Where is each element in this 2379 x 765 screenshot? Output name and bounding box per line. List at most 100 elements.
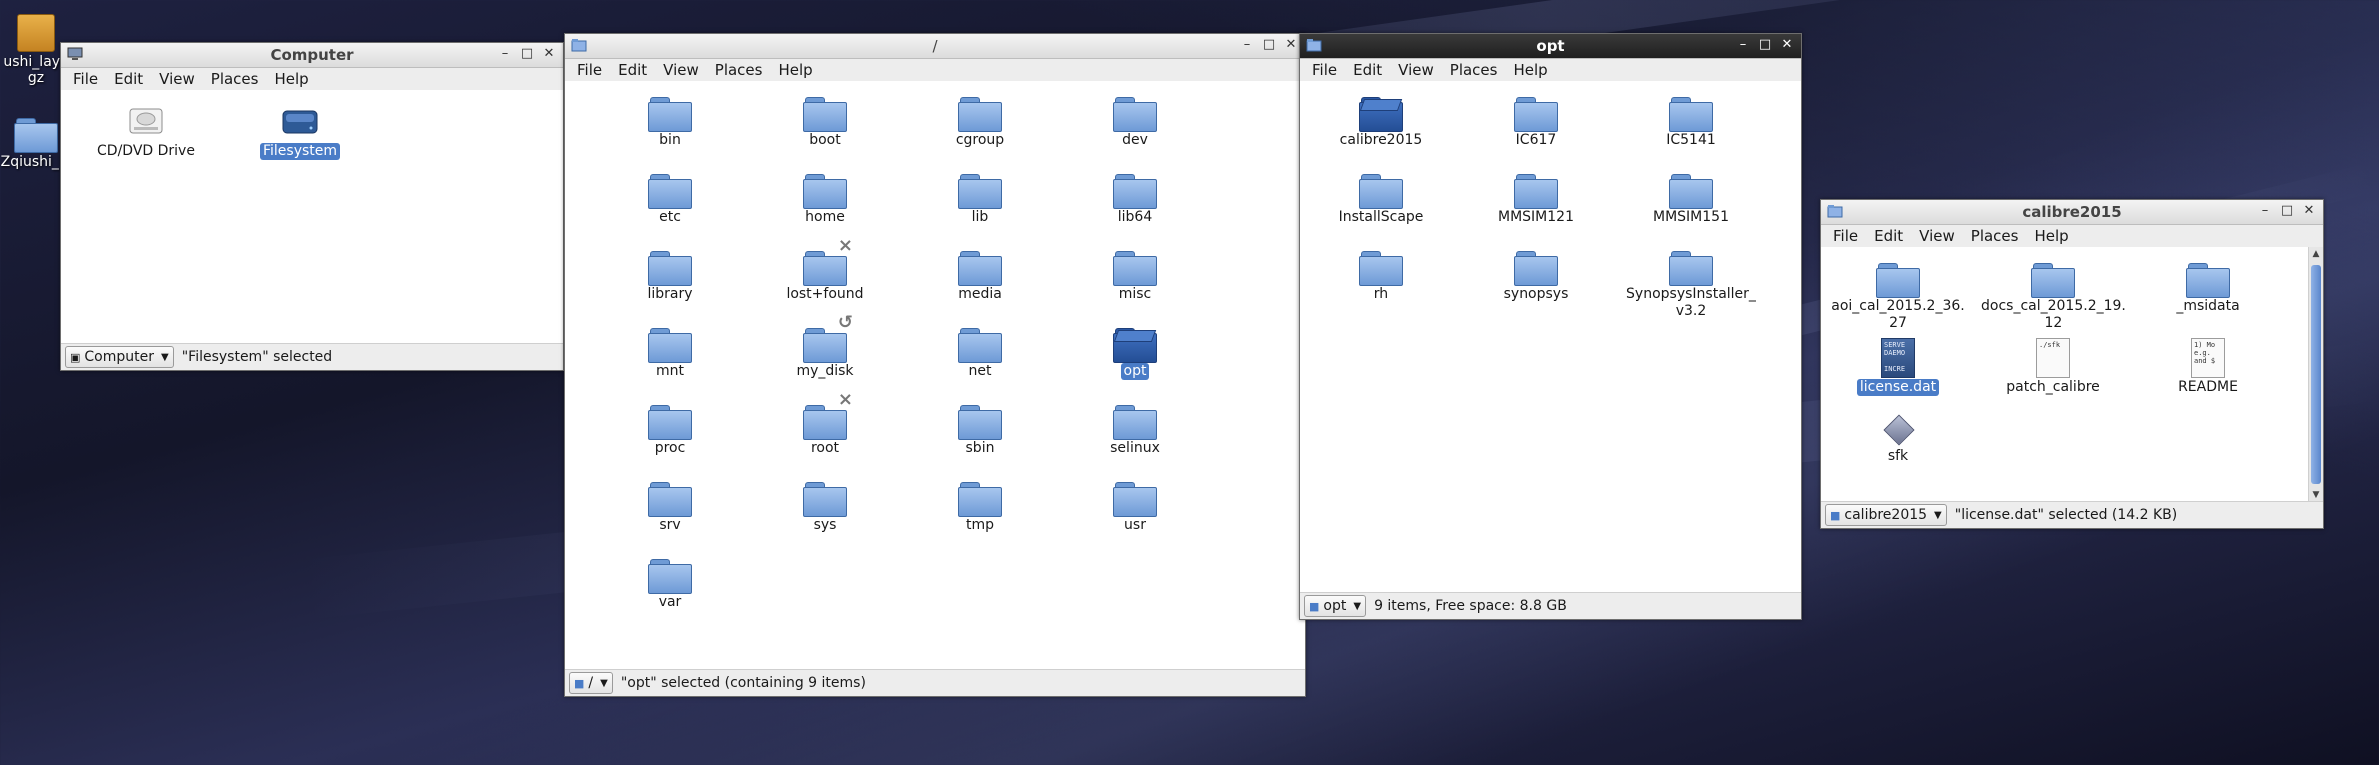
icon-view[interactable]: CD/DVD Drive Filesystem (61, 90, 563, 344)
item-calibre2015[interactable]: calibre2015 (1306, 95, 1456, 149)
maximize-button[interactable]: □ (519, 45, 535, 63)
menu-file[interactable]: File (1304, 61, 1345, 79)
item-sys[interactable]: sys (750, 480, 900, 534)
item-aoi-cal-2015-2-36-27[interactable]: aoi_cal_2015.2_36. 27 (1823, 261, 1973, 332)
computer-titlebar[interactable]: Computer – □ ✕ (61, 43, 563, 68)
item-var[interactable]: var (595, 557, 745, 611)
calibre-window[interactable]: calibre2015 – □ ✕ File Edit View Places … (1820, 199, 2324, 529)
location-selector[interactable]: ▣ Computer ▼ (65, 346, 174, 368)
item-net[interactable]: net (905, 326, 1055, 380)
item-mnt[interactable]: mnt (595, 326, 745, 380)
root-titlebar[interactable]: / – □ ✕ (565, 34, 1305, 59)
menu-edit[interactable]: Edit (106, 70, 151, 88)
item-readme[interactable]: 1) Mo e.g. and $ README (2133, 338, 2283, 396)
location-selector[interactable]: ■ / ▼ (569, 672, 613, 694)
scroll-thumb[interactable] (2311, 265, 2321, 484)
item-misc[interactable]: misc (1060, 249, 1210, 303)
menu-help[interactable]: Help (2026, 227, 2076, 245)
menu-view[interactable]: View (655, 61, 707, 79)
item-selinux[interactable]: selinux (1060, 403, 1210, 457)
opt-titlebar[interactable]: opt – □ ✕ (1300, 34, 1801, 59)
item-etc[interactable]: etc (595, 172, 745, 226)
no-access-emblem-icon: × (837, 235, 853, 256)
item-filesystem[interactable]: Filesystem (225, 105, 375, 160)
location-selector[interactable]: ■ calibre2015 ▼ (1825, 504, 1947, 526)
item-sbin[interactable]: sbin (905, 403, 1055, 457)
item-usr[interactable]: usr (1060, 480, 1210, 534)
item-lost-found[interactable]: × lost+found (750, 235, 900, 303)
menu-edit[interactable]: Edit (610, 61, 655, 79)
root-window[interactable]: / – □ ✕ File Edit View Places Help bin bo… (564, 33, 1306, 697)
minimize-button[interactable]: – (1239, 36, 1255, 54)
menu-help[interactable]: Help (266, 70, 316, 88)
menu-edit[interactable]: Edit (1345, 61, 1390, 79)
folder-icon (1359, 172, 1403, 209)
menu-view[interactable]: View (1390, 61, 1442, 79)
item-dev[interactable]: dev (1060, 95, 1210, 149)
close-button[interactable]: ✕ (2301, 202, 2317, 220)
item-license-dat[interactable]: SERVE DAEMO INCRE license.dat (1823, 338, 1973, 396)
item-boot[interactable]: boot (750, 95, 900, 149)
item-library[interactable]: library (595, 249, 745, 303)
item-lib64[interactable]: lib64 (1060, 172, 1210, 226)
item-srv[interactable]: srv (595, 480, 745, 534)
item-sfk[interactable]: sfk (1823, 415, 1973, 465)
item-installscape[interactable]: InstallScape (1306, 172, 1456, 226)
close-button[interactable]: ✕ (541, 45, 557, 63)
item-lib[interactable]: lib (905, 172, 1055, 226)
item-ic5141[interactable]: IC5141 (1616, 95, 1766, 149)
icon-view[interactable]: calibre2015 IC617 IC5141 InstallScape MMSIM1… (1300, 81, 1801, 593)
minimize-button[interactable]: – (497, 45, 513, 63)
item-docs-cal-2015-2-19-12[interactable]: docs_cal_2015.2_19. 12 (1978, 261, 2128, 332)
close-button[interactable]: ✕ (1779, 36, 1795, 54)
menu-edit[interactable]: Edit (1866, 227, 1911, 245)
scroll-up-icon[interactable]: ▲ (2309, 247, 2323, 261)
item-synopsysinstaller-v3-2[interactable]: SynopsysInstaller_ v3.2 (1616, 249, 1766, 320)
menu-help[interactable]: Help (770, 61, 820, 79)
item-home[interactable]: home (750, 172, 900, 226)
item-ic617[interactable]: IC617 (1461, 95, 1611, 149)
maximize-button[interactable]: □ (1757, 36, 1773, 54)
vertical-scrollbar[interactable]: ▲ ▼ (2308, 247, 2323, 502)
close-button[interactable]: ✕ (1283, 36, 1299, 54)
icon-view[interactable]: ▲ ▼ aoi_cal_2015.2_36. 27 docs_cal_2015.2… (1821, 247, 2323, 502)
menu-file[interactable]: File (1825, 227, 1866, 245)
menu-help[interactable]: Help (1505, 61, 1555, 79)
calibre-titlebar[interactable]: calibre2015 – □ ✕ (1821, 200, 2323, 225)
minimize-button[interactable]: – (2257, 202, 2273, 220)
item-rh[interactable]: rh (1306, 249, 1456, 303)
menu-places[interactable]: Places (707, 61, 771, 79)
item-label: root (810, 440, 840, 456)
item-opt[interactable]: opt (1060, 326, 1210, 380)
menu-places[interactable]: Places (1963, 227, 2027, 245)
item-msidata[interactable]: _msidata (2133, 261, 2283, 315)
item-media[interactable]: media (905, 249, 1055, 303)
item-label: _msidata (2176, 298, 2240, 314)
item-mmsim151[interactable]: MMSIM151 (1616, 172, 1766, 226)
menu-file[interactable]: File (65, 70, 106, 88)
scroll-down-icon[interactable]: ▼ (2309, 488, 2323, 502)
item-bin[interactable]: bin (595, 95, 745, 149)
item-label: InstallScape (1338, 209, 1424, 225)
menu-places[interactable]: Places (203, 70, 267, 88)
menu-view[interactable]: View (1911, 227, 1963, 245)
item-patch-calibre[interactable]: ./sfk patch_calibre (1978, 338, 2128, 396)
item-root[interactable]: × root (750, 389, 900, 457)
icon-view[interactable]: bin boot cgroup dev etc home lib lib64 library × l… (565, 81, 1305, 670)
item-cd-dvd-drive[interactable]: CD/DVD Drive (71, 105, 221, 160)
item-tmp[interactable]: tmp (905, 480, 1055, 534)
menu-file[interactable]: File (569, 61, 610, 79)
item-synopsys[interactable]: synopsys (1461, 249, 1611, 303)
item-proc[interactable]: proc (595, 403, 745, 457)
opt-window[interactable]: opt – □ ✕ File Edit View Places Help cal… (1299, 33, 1802, 620)
computer-window[interactable]: Computer – □ ✕ File Edit View Places Hel… (60, 42, 564, 371)
item-cgroup[interactable]: cgroup (905, 95, 1055, 149)
item-mmsim121[interactable]: MMSIM121 (1461, 172, 1611, 226)
maximize-button[interactable]: □ (1261, 36, 1277, 54)
menu-view[interactable]: View (151, 70, 203, 88)
item-my-disk[interactable]: ↺ my_disk (750, 312, 900, 380)
minimize-button[interactable]: – (1735, 36, 1751, 54)
menu-places[interactable]: Places (1442, 61, 1506, 79)
location-selector[interactable]: ■ opt ▼ (1304, 595, 1367, 617)
maximize-button[interactable]: □ (2279, 202, 2295, 220)
